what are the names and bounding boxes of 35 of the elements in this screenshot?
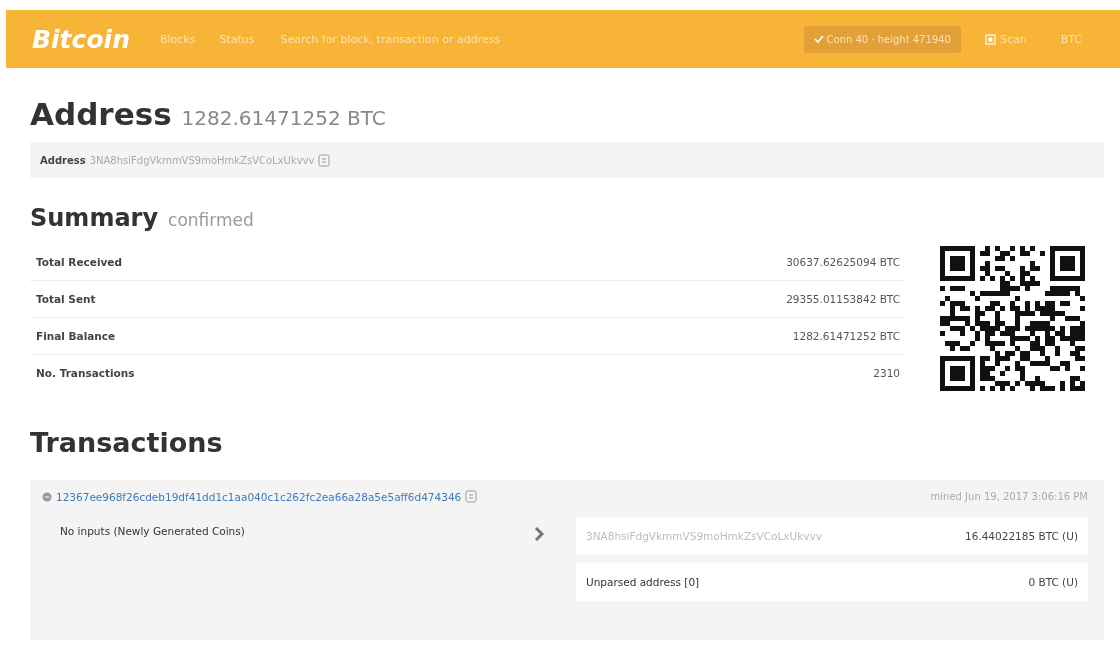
table-cell: Total Received [36,256,122,268]
scan-icon [984,33,996,45]
transaction-time: mined Jun 19, 2017 3:06:16 PM [930,491,1088,502]
output-amount: 0 BTC (U) [1028,576,1078,588]
copy-icon [465,490,478,503]
inputs-text: No inputs (Newly Generated Coins) [60,525,245,537]
nav-link[interactable]: Blocks [159,32,196,46]
transaction-link[interactable]: 12367ee968f26cdeb19df41dd1c1aa040c1c262fc2ea66a28a5e5aff6d474346 [56,490,462,503]
section-title: Transactions [30,427,224,458]
section-title: Summary [30,204,159,232]
check-icon [814,34,825,44]
nav-link[interactable]: Status [219,32,255,46]
table-cell: 29355.01153842 BTC [786,293,900,305]
output-amount: 16.44022185 BTC (U) [964,530,1078,542]
address-label: Address [40,154,86,166]
scan-link[interactable]: Scan [984,32,1027,46]
connection-status-button[interactable]: Conn 40 · height 471940 [804,25,961,53]
address-value: 3NA8hsiFdgVkmmVS9moHmkZsVCoLxUkvvv [89,154,315,166]
table-cell: 1282.61471252 BTC [792,330,900,342]
logo[interactable]: Bitcoin [32,24,130,54]
currency-link[interactable]: BTC [1060,32,1082,46]
output-address: Unparsed address [0] [586,576,700,588]
summary-status: confirmed [168,210,254,230]
table-cell: Final Balance [36,330,116,342]
copy-icon [318,153,331,167]
table-cell: No. Transactions [36,367,135,379]
output-address: 3NA8hsiFdgVkmmVS9moHmkZsVCoLxUkvvv [586,530,822,542]
table-cell: Total Sent [36,293,96,305]
table-cell: 30637.62625094 BTC [786,256,900,268]
search-field[interactable]: Search for block, transaction or address [278,31,583,47]
page-title: Address [30,96,172,132]
circle-icon [42,491,52,502]
address-balance: 1282.61471252 BTC [181,106,386,130]
chevron-right-icon [534,527,544,541]
table-cell: 2310 [873,367,900,379]
